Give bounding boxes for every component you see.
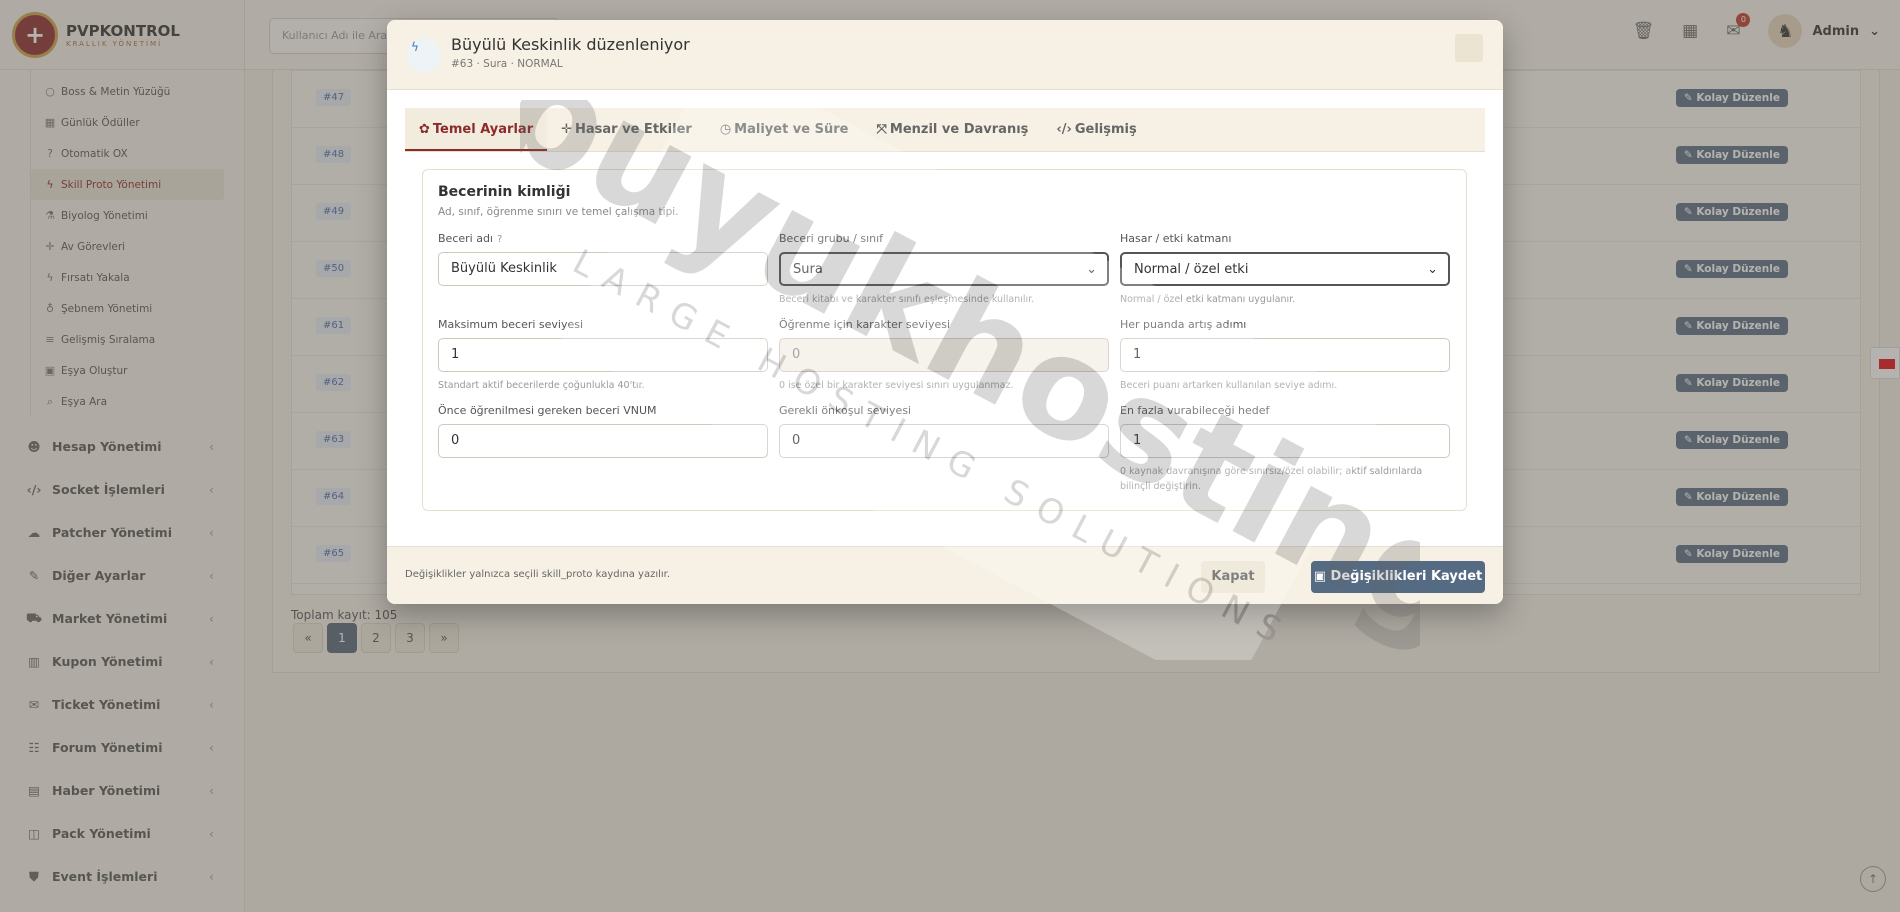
bolt-icon: ϟ [407,38,441,72]
select-value: Normal / özel etki [1134,262,1249,277]
max-level-field: Maksimum beceri seviyesi 1 Standart akti… [438,318,768,393]
max-target-input[interactable]: 1 [1120,424,1450,458]
crosshair-icon: ✛ [561,122,573,137]
tab-label: Gelişmiş [1074,122,1137,137]
footer-note: Değişiklikler yalnızca seçili skill_prot… [405,569,671,580]
expand-icon: ⤧ [876,122,887,137]
modal-title: Büyülü Keskinlik düzenleniyor [451,35,690,54]
clock-icon: ◷ [719,122,732,137]
level-step-field: Her puanda artış adımı 1 Beceri puanı ar… [1120,318,1450,393]
chevron-down-icon: ⌄ [1086,262,1097,277]
max-level-input[interactable]: 1 [438,338,768,372]
field-help: 0 ise özel bir karakter seviyesi sınırı … [779,380,1014,391]
learn-level-field: Öğrenme için karakter seviyesi 0 0 ise ö… [779,318,1109,393]
field-label: Beceri grubu / sınıf [779,232,884,245]
field-label: Maksimum beceri seviyesi [438,318,584,331]
save-icon: ▣ [1313,569,1331,584]
max-target-field: En fazla vurabileceği hedef 1 0 kaynak d… [1120,404,1450,494]
level-step-input[interactable]: 1 [1120,338,1450,372]
tab-label: Hasar ve Etkiler [575,122,692,137]
save-button[interactable]: ▣ Değişiklikleri Kaydet [1311,561,1485,593]
modal-header: ϟ Büyülü Keskinlik düzenleniyor #63 · Su… [387,20,1503,90]
modal-footer: Değişiklikler yalnızca seçili skill_prot… [387,546,1503,604]
field-help: Beceri puanı artarken kullanılan seviye … [1120,380,1338,391]
skill-group-select[interactable]: Sura ⌄ [779,252,1109,286]
field-label: Gerekli önkoşul seviyesi [779,404,912,417]
save-button-label: Değişiklikleri Kaydet [1330,569,1483,584]
field-label: Önce öğrenilmesi gereken beceri VNUM [438,404,657,417]
tab-maliyet-ve-sure[interactable]: ◷ Maliyet ve Süre [706,108,863,151]
modal-subtitle: #63 · Sura · NORMAL [451,58,563,70]
modal-tabs: ✿ Temel Ayarlar ✛ Hasar ve Etkiler ◷ Maliye… [405,108,1485,152]
field-help: Normal / özel etki katmanı uygulanır. [1120,294,1296,305]
field-help: Standart aktif becerilerde çoğunlukla 40… [438,380,645,391]
field-label: Beceri adı [438,232,493,245]
tab-label: Menzil ve Davranış [889,122,1029,137]
prereq-vnum-field: Önce öğrenilmesi gereken beceri VNUM 0 [438,404,768,458]
tab-label: Temel Ayarlar [432,122,534,137]
skill-group-field: Beceri grubu / sınıf Sura ⌄ Beceri kitabı… [779,232,1109,307]
tab-menzil-ve-davranis[interactable]: ⤧ Menzil ve Davranış [862,108,1042,151]
field-label: En fazla vurabileceği hedef [1120,404,1270,417]
modal-close-button[interactable] [1455,34,1483,62]
field-label: Her puanda artış adımı [1120,318,1247,331]
field-label: Öğrenme için karakter seviyesi [779,318,951,331]
field-help: Beceri kitabı ve karakter sınıfı eşleşme… [779,294,1035,305]
learn-level-input[interactable]: 0 [779,338,1109,372]
tab-hasar-ve-etkiler[interactable]: ✛ Hasar ve Etkiler [547,108,706,151]
field-help: 0 kaynak davranışına göre sınırsız/özel … [1120,466,1423,492]
damage-layer-field: Hasar / etki katmanı Normal / özel etki ⌄… [1120,232,1450,307]
edit-skill-modal: ϟ Büyülü Keskinlik düzenleniyor #63 · Su… [387,20,1503,604]
chevron-down-icon: ⌄ [1427,262,1438,277]
gear-icon: ✿ [419,122,430,137]
select-value: Sura [793,262,823,277]
code-icon: ‹/› [1056,122,1072,137]
skill-name-input[interactable]: Büyülü Keskinlik [438,252,768,286]
skill-name-field: Beceri adı? Büyülü Keskinlik [438,232,768,286]
prereq-vnum-input[interactable]: 0 [438,424,768,458]
identity-card: Becerinin kimliği Ad, sınıf, öğrenme sın… [422,169,1467,511]
tab-temel-ayarlar[interactable]: ✿ Temel Ayarlar [405,108,548,151]
help-icon[interactable]: ? [497,234,502,245]
close-button[interactable]: Kapat [1201,561,1265,593]
tab-gelismis[interactable]: ‹/› Gelişmiş [1042,108,1150,151]
damage-layer-select[interactable]: Normal / özel etki ⌄ [1120,252,1450,286]
card-subtitle: Ad, sınıf, öğrenme sınırı ve temel çalış… [438,206,679,218]
field-label: Hasar / etki katmanı [1120,232,1232,245]
tab-label: Maliyet ve Süre [734,122,849,137]
prereq-level-field: Gerekli önkoşul seviyesi 0 [779,404,1109,458]
card-title: Becerinin kimliği [438,184,571,200]
prereq-level-input[interactable]: 0 [779,424,1109,458]
